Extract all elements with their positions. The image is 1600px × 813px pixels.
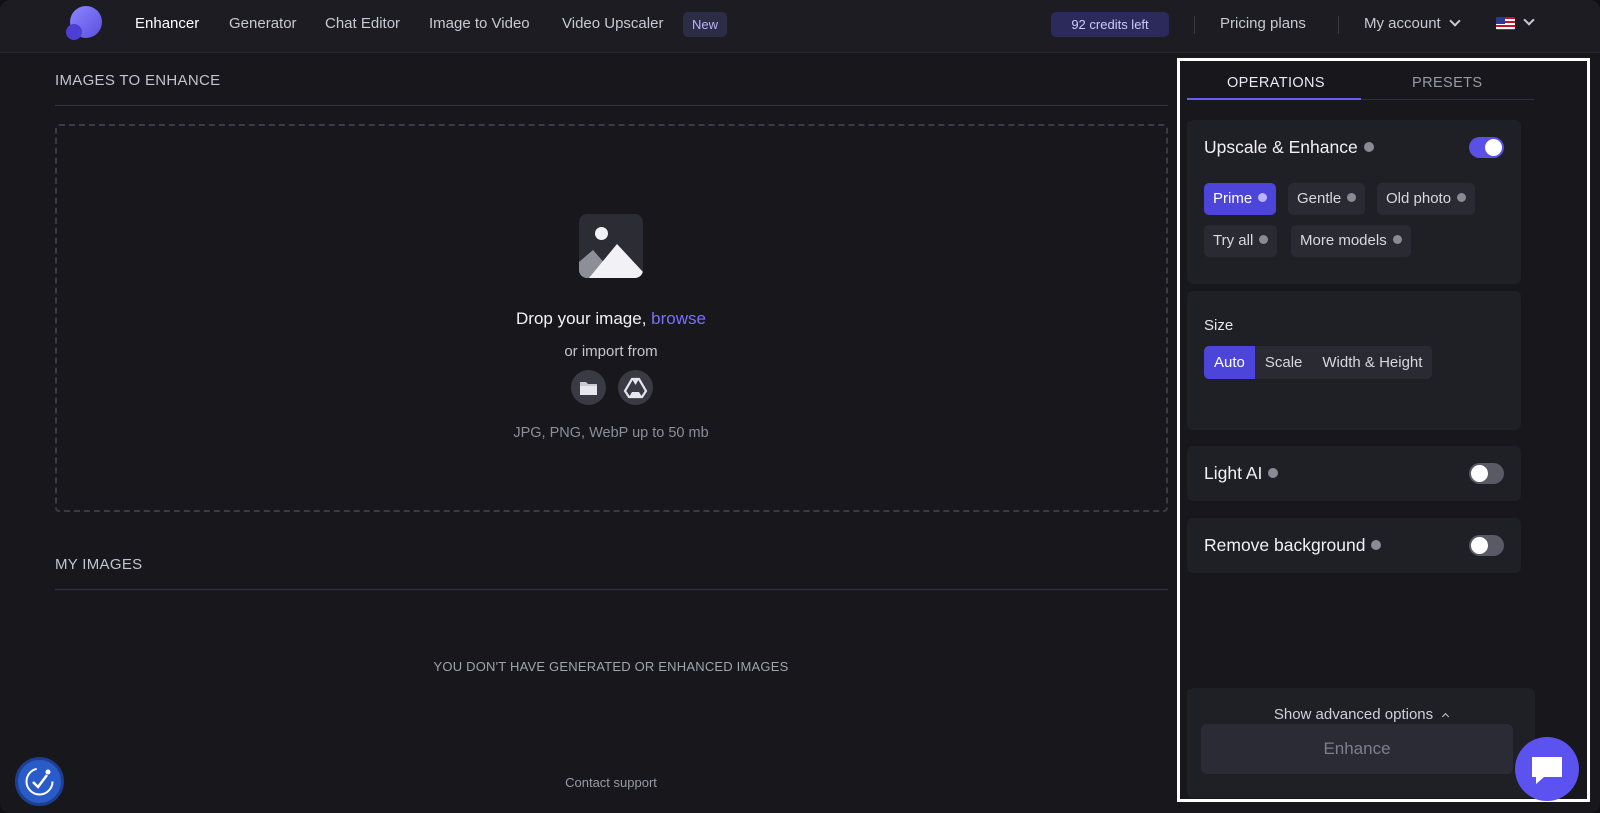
upscale-title: Upscale & Enhance	[1204, 137, 1374, 158]
mountain-shape	[579, 244, 643, 278]
size-card: Size Auto Scale Width & Height	[1187, 291, 1521, 430]
info-icon[interactable]	[1347, 193, 1357, 202]
divider	[55, 589, 1168, 590]
drop-instructions: Drop your image, browse	[0, 309, 1222, 329]
folder-icon	[580, 382, 597, 395]
advanced-label: Show advanced options	[1273, 706, 1434, 723]
model-prime[interactable]: Prime	[1204, 183, 1277, 215]
enhance-button[interactable]: Enhance	[1201, 724, 1513, 774]
new-badge: New	[683, 12, 728, 37]
size-segmented-control: Auto Scale Width & Height	[1204, 346, 1433, 379]
nav-enhancer[interactable]: Enhancer	[135, 15, 199, 32]
upscale-card: Upscale & Enhance Prime Gentle Old photo…	[1187, 120, 1521, 284]
accepted-formats: JPG, PNG, WebP up to 50 mb	[513, 425, 709, 441]
account-label: My account	[1364, 15, 1441, 32]
us-flag-icon[interactable]	[1496, 17, 1515, 30]
nav-image-to-video[interactable]: Image to Video	[429, 15, 530, 32]
info-icon[interactable]	[1268, 468, 1279, 478]
size-option-scale[interactable]: Scale	[1255, 346, 1313, 379]
info-icon[interactable]	[1259, 235, 1269, 244]
size-label: Size	[1204, 317, 1234, 334]
upscale-toggle[interactable]	[1469, 137, 1504, 158]
info-icon[interactable]	[1392, 235, 1402, 244]
info-icon[interactable]	[1457, 193, 1467, 202]
info-icon[interactable]	[1371, 540, 1382, 550]
nav-generator[interactable]: Generator	[229, 15, 297, 32]
size-option-width-height[interactable]: Width & Height	[1312, 346, 1432, 379]
model-gentle[interactable]: Gentle	[1288, 183, 1366, 215]
logo[interactable]	[66, 6, 104, 42]
nav-video-upscaler[interactable]: Video Upscaler	[562, 15, 663, 32]
model-try-all[interactable]: Try all	[1204, 225, 1278, 257]
credits-badge[interactable]: 92 credits left	[1051, 12, 1169, 37]
model-label: More models	[1300, 232, 1387, 249]
show-advanced-options[interactable]: Show advanced options	[1187, 706, 1535, 723]
import-folder-button[interactable]	[571, 370, 606, 405]
toggle-knob	[1471, 465, 1488, 482]
light-ai-toggle[interactable]	[1469, 463, 1504, 484]
contact-support-link[interactable]: Contact support	[0, 775, 1222, 790]
light-ai-card: Light AI	[1187, 446, 1521, 501]
account-menu[interactable]: My account	[1364, 15, 1461, 32]
settings-panel: OPERATIONS PRESETS Upscale & Enhance Pri…	[1177, 58, 1590, 802]
my-images-title: MY IMAGES	[55, 556, 143, 573]
active-tab-indicator	[1187, 98, 1361, 100]
google-drive-icon	[623, 377, 648, 399]
accessibility-icon	[25, 767, 54, 796]
upscale-label: Upscale & Enhance	[1204, 137, 1358, 157]
top-nav: Enhancer Generator Chat Editor Image to …	[0, 0, 1600, 53]
toggle-knob	[1485, 139, 1502, 156]
app-window: Enhancer Generator Chat Editor Image to …	[0, 0, 1600, 813]
divider	[55, 105, 1168, 106]
empty-images-message: YOU DON'T HAVE GENERATED OR ENHANCED IMA…	[433, 659, 789, 674]
model-label: Prime	[1213, 190, 1253, 207]
toggle-knob	[1471, 537, 1488, 554]
remove-background-title: Remove background	[1204, 535, 1382, 556]
accessibility-button[interactable]	[15, 757, 64, 806]
import-google-drive-button[interactable]	[618, 370, 653, 405]
light-ai-label: Light AI	[1204, 463, 1263, 483]
browse-link[interactable]: browse	[651, 309, 706, 328]
light-ai-title: Light AI	[1204, 463, 1279, 484]
nav-divider	[1194, 16, 1195, 34]
model-old-photo[interactable]: Old photo	[1377, 183, 1476, 215]
images-to-enhance-title: IMAGES TO ENHANCE	[55, 72, 221, 89]
info-icon[interactable]	[1363, 142, 1374, 152]
nav-pricing-plans[interactable]: Pricing plans	[1220, 15, 1306, 32]
chevron-up-icon	[1442, 712, 1450, 721]
tab-presets[interactable]: PRESETS	[1412, 75, 1483, 91]
chevron-down-icon[interactable]	[1523, 14, 1535, 26]
nav-divider	[1338, 16, 1339, 34]
import-text: or import from	[564, 343, 658, 360]
model-label: Old photo	[1386, 190, 1452, 207]
model-more-models[interactable]: More models	[1291, 225, 1411, 257]
remove-background-card: Remove background	[1187, 518, 1521, 573]
model-label: Try all	[1213, 232, 1254, 249]
logo-circle-small	[66, 24, 82, 40]
model-label: Gentle	[1297, 190, 1342, 207]
drop-text: Drop your image,	[516, 309, 647, 328]
nav-chat-editor[interactable]: Chat Editor	[325, 15, 400, 32]
image-placeholder-icon	[579, 214, 643, 278]
size-option-auto[interactable]: Auto	[1204, 346, 1255, 379]
info-icon[interactable]	[1258, 193, 1268, 202]
tab-operations[interactable]: OPERATIONS	[1227, 75, 1325, 91]
chat-support-button[interactable]	[1515, 737, 1579, 801]
chevron-down-icon	[1449, 15, 1461, 27]
remove-background-toggle[interactable]	[1469, 535, 1504, 556]
remove-background-label: Remove background	[1204, 535, 1366, 555]
chat-icon	[1532, 757, 1562, 784]
